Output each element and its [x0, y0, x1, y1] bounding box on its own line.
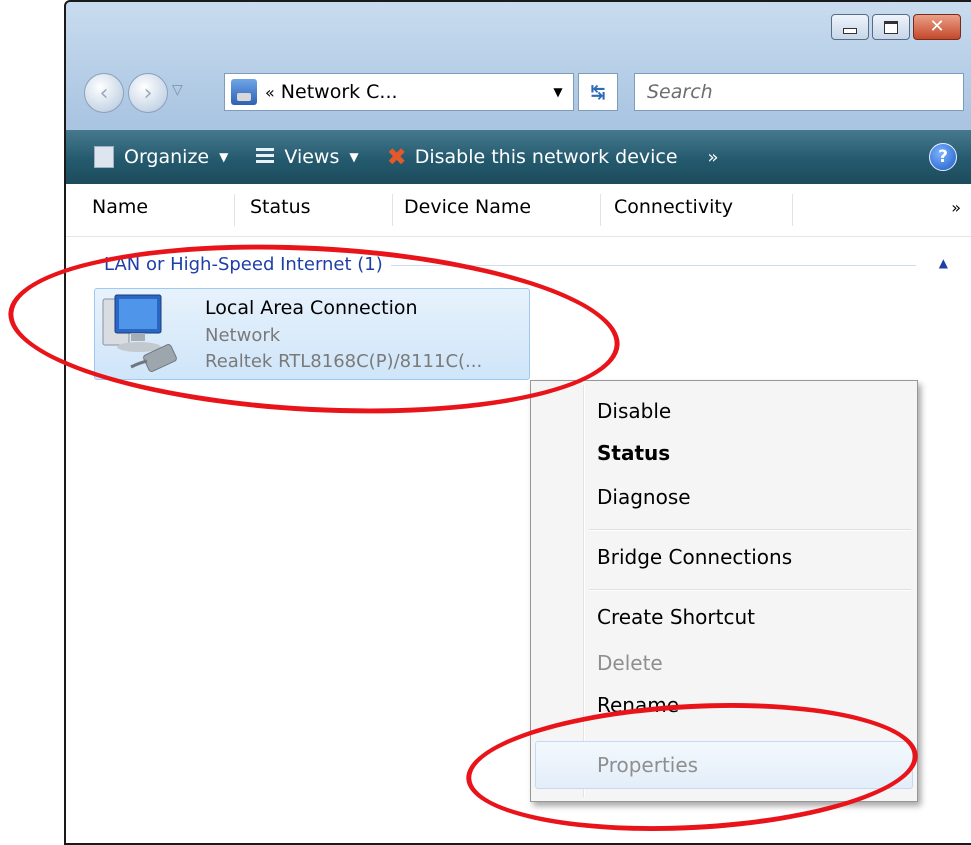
network-adapter-icon: [102, 294, 177, 373]
views-icon: [256, 148, 275, 166]
list-item-local-area-connection[interactable]: Local Area Connection Network Realtek RT…: [94, 288, 530, 380]
connection-status: Network: [205, 325, 281, 346]
context-menu: Disable Status Diagnose Bridge Connectio…: [530, 380, 918, 802]
command-toolbar: Organize ▼ Views ▼ ✖ Disable this networ…: [66, 130, 971, 184]
menu-item-hover-highlight: [535, 741, 913, 789]
search-input[interactable]: Search: [634, 73, 964, 111]
column-divider[interactable]: [234, 194, 235, 226]
menu-item-rename[interactable]: Rename: [597, 693, 679, 717]
minimize-icon: [843, 28, 857, 34]
group-title: LAN or High-Speed Internet (1): [104, 254, 391, 275]
menu-item-delete[interactable]: Delete: [597, 651, 663, 675]
minimize-button[interactable]: [831, 14, 869, 40]
organize-icon: [94, 146, 114, 168]
chevron-down-icon: ▼: [349, 150, 359, 164]
column-headers: Name Status Device Name Connectivity »: [66, 184, 971, 237]
back-button[interactable]: ‹: [84, 73, 124, 113]
menu-item-diagnose[interactable]: Diagnose: [597, 485, 691, 509]
recent-pages-dropdown[interactable]: ▽: [172, 82, 183, 98]
chevron-down-icon: ▼: [219, 150, 229, 164]
column-overflow-button[interactable]: »: [951, 198, 961, 217]
forward-arrow-icon: ›: [143, 80, 153, 106]
menu-separator: [589, 529, 911, 531]
forward-button[interactable]: ›: [128, 73, 168, 113]
menu-icon-column: [583, 385, 585, 797]
organize-button[interactable]: Organize ▼: [94, 146, 228, 168]
menu-item-bridge-connections[interactable]: Bridge Connections: [597, 545, 792, 569]
disable-x-icon: ✖: [386, 143, 407, 171]
refresh-button[interactable]: ↹: [578, 73, 618, 111]
column-header-device-name[interactable]: Device Name: [404, 196, 531, 218]
back-arrow-icon: ‹: [99, 80, 109, 106]
collapse-group-icon[interactable]: ▲: [939, 256, 948, 270]
network-connections-icon: [231, 79, 257, 105]
close-icon: ✕: [929, 16, 945, 37]
connection-name: Local Area Connection: [205, 297, 418, 319]
breadcrumb-overflow-icon[interactable]: «: [265, 83, 275, 102]
search-placeholder: Search: [647, 81, 713, 103]
group-header[interactable]: LAN or High-Speed Internet (1) ▲: [104, 254, 956, 276]
disable-label: Disable this network device: [414, 146, 678, 168]
address-bar[interactable]: « Network C... ▼: [224, 73, 574, 111]
navigation-bar: ‹ › ▽ « Network C... ▼ ↹ Search: [84, 70, 964, 116]
help-button[interactable]: ?: [929, 143, 957, 171]
menu-item-status[interactable]: Status: [597, 441, 670, 465]
column-divider[interactable]: [792, 194, 793, 226]
toolbar-overflow-button[interactable]: »: [708, 147, 719, 168]
address-dropdown-button[interactable]: ▼: [543, 74, 573, 110]
address-text: Network C...: [280, 81, 398, 103]
menu-item-create-shortcut[interactable]: Create Shortcut: [597, 605, 755, 629]
column-header-status[interactable]: Status: [250, 196, 311, 218]
organize-label: Organize: [124, 146, 210, 168]
close-button[interactable]: ✕: [913, 14, 961, 40]
caption-buttons: ✕: [831, 14, 961, 40]
maximize-icon: [884, 20, 898, 34]
menu-item-properties[interactable]: Properties: [597, 753, 698, 777]
maximize-button[interactable]: [872, 14, 910, 40]
views-label: Views: [284, 146, 340, 168]
connection-device: Realtek RTL8168C(P)/8111C(...: [205, 351, 483, 372]
column-divider[interactable]: [600, 194, 601, 226]
column-header-name[interactable]: Name: [92, 196, 148, 218]
disable-device-button[interactable]: ✖ Disable this network device: [387, 143, 678, 171]
refresh-icon: ↹: [590, 81, 606, 103]
column-header-connectivity[interactable]: Connectivity: [614, 196, 733, 218]
column-divider[interactable]: [392, 194, 393, 226]
help-icon: ?: [938, 147, 948, 167]
views-button[interactable]: Views ▼: [256, 146, 359, 168]
menu-separator: [589, 589, 911, 591]
menu-item-disable[interactable]: Disable: [597, 399, 671, 423]
